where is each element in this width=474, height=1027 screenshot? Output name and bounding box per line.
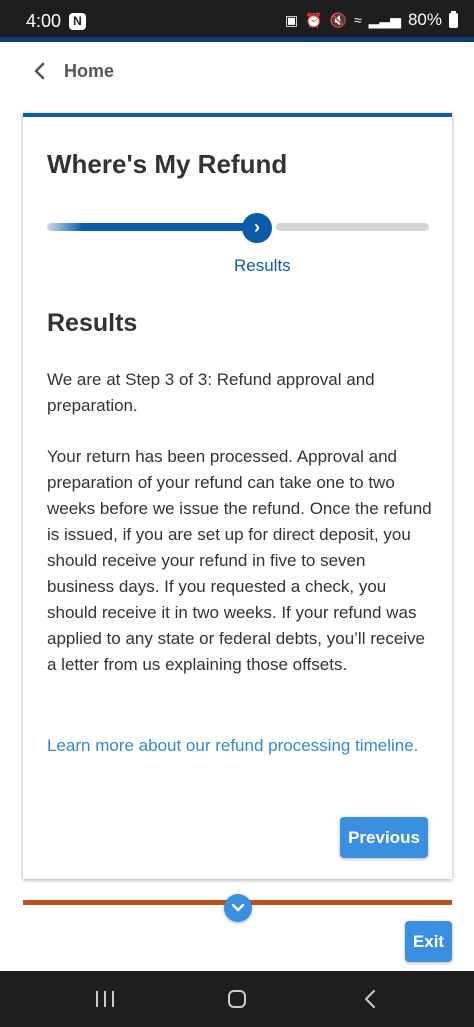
progress-tracker: › xyxy=(47,213,429,243)
back-icon[interactable] xyxy=(362,988,378,1010)
chevron-down-icon xyxy=(231,903,245,912)
status-icons: ▣ ⏰ 🔇 ≈ ▂▃▅ 80% xyxy=(285,10,458,30)
mute-icon: 🔇 xyxy=(329,11,347,28)
chevron-right-icon: › xyxy=(242,213,272,243)
battery-icon xyxy=(449,10,458,28)
step-status-text: We are at Step 3 of 3: Refund approval a… xyxy=(47,370,375,415)
learn-more-link[interactable]: Learn more about our refund processing t… xyxy=(47,733,427,759)
wifi-icon: ≈ xyxy=(353,12,362,28)
page-title: Where's My Refund xyxy=(47,149,288,179)
alarm-icon: ⏰ xyxy=(305,11,323,28)
chevron-left-icon[interactable] xyxy=(30,58,48,84)
status-time: 4:00 xyxy=(26,11,62,31)
status-bar: 4:00 N ▣ ⏰ 🔇 ≈ ▂▃▅ 80% xyxy=(0,0,474,42)
processing-info-text: Your return has been processed. Approval… xyxy=(47,447,432,674)
refund-card: Where's My Refund › Results Results We a… xyxy=(23,113,452,879)
scroll-down-button[interactable] xyxy=(224,894,252,922)
progress-remaining xyxy=(276,223,429,231)
home-icon[interactable] xyxy=(228,990,246,1008)
recents-icon[interactable] xyxy=(94,991,116,1007)
notification-icon: N xyxy=(69,13,86,30)
step-label: Results xyxy=(234,256,291,275)
header: Home xyxy=(0,42,474,106)
home-link[interactable]: Home xyxy=(64,61,114,82)
battery-level: 80% xyxy=(407,10,442,29)
system-nav-bar xyxy=(0,971,474,1027)
progress-fill xyxy=(47,223,246,231)
previous-button[interactable]: Previous xyxy=(340,817,428,858)
exit-button[interactable]: Exit xyxy=(405,921,452,962)
section-title: Results xyxy=(47,309,138,337)
signal-icon: ▂▃▅ xyxy=(368,11,401,28)
lock-icon: ▣ xyxy=(284,11,299,28)
